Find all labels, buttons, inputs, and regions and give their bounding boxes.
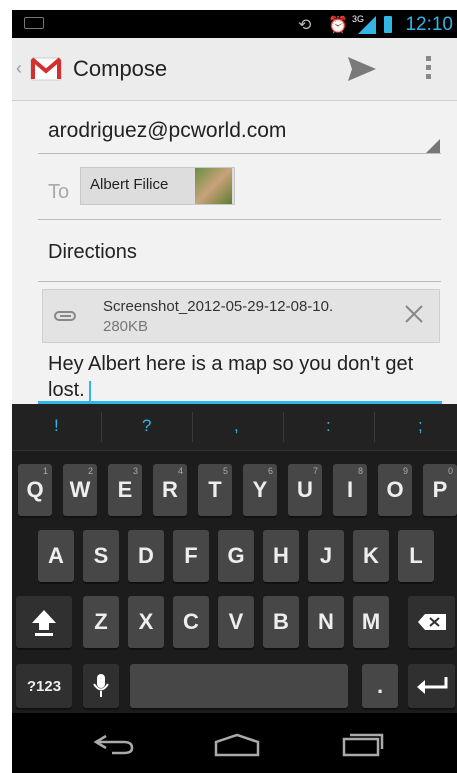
keyboard-notification-icon <box>24 17 44 29</box>
enter-arrow-icon <box>416 677 447 694</box>
recipient-chip[interactable]: Albert Filice <box>80 167 235 205</box>
key-i[interactable]: I8 <box>333 464 367 516</box>
spacebar[interactable] <box>130 664 348 708</box>
action-bar: ‹ Compose <box>12 38 457 101</box>
key-k[interactable]: K <box>353 530 389 582</box>
key-c[interactable]: C <box>173 596 209 648</box>
key-o[interactable]: O9 <box>378 464 412 516</box>
enter-key[interactable] <box>408 664 455 708</box>
attachment-name: Screenshot_2012-05-29-12-08-10. <box>103 298 334 315</box>
gmail-logo-icon[interactable] <box>30 52 62 84</box>
key-g[interactable]: G <box>218 530 254 582</box>
microphone-icon <box>93 674 109 697</box>
key-n[interactable]: N <box>308 596 344 648</box>
status-bar: ⟲ ⏰ 3G 12:10 <box>12 10 457 38</box>
key-y[interactable]: Y6 <box>243 464 277 516</box>
key-l[interactable]: L <box>398 530 434 582</box>
delete-key[interactable] <box>408 596 455 648</box>
suggestion-strip: ! ? , : ; <box>12 404 457 451</box>
suggestion-3[interactable]: , <box>234 416 239 436</box>
key-h[interactable]: H <box>263 530 299 582</box>
avatar <box>195 168 232 204</box>
remove-attachment-icon[interactable] <box>403 303 425 325</box>
suggestion-2[interactable]: ? <box>142 416 151 436</box>
keyboard: ! ? , : ; Q1 W2 E3 R4 T5 Y6 U7 I8 O9 P0 … <box>12 404 457 713</box>
shift-key[interactable] <box>16 596 72 648</box>
from-account-spinner[interactable]: arodriguez@pcworld.com <box>48 119 286 143</box>
navigation-bar <box>12 713 457 773</box>
battery-icon <box>384 16 392 33</box>
key-b[interactable]: B <box>263 596 299 648</box>
key-w[interactable]: W2 <box>63 464 97 516</box>
subject-field[interactable]: Directions <box>48 241 137 264</box>
send-icon[interactable] <box>346 54 378 84</box>
signal-icon <box>358 16 376 34</box>
overflow-menu-icon[interactable] <box>426 56 432 83</box>
to-label: To <box>48 181 70 203</box>
suggestion-1[interactable]: ! <box>54 416 59 436</box>
spinner-arrow-icon <box>426 139 440 153</box>
message-body-field[interactable]: Hey Albert here is a map so you don't ge… <box>48 351 438 403</box>
key-d[interactable]: D <box>128 530 164 582</box>
voice-input-key[interactable] <box>83 664 119 708</box>
paperclip-icon <box>54 311 76 321</box>
key-z[interactable]: Z <box>83 596 119 648</box>
attachment[interactable]: Screenshot_2012-05-29-12-08-10. 280KB <box>42 289 440 343</box>
period-key[interactable]: . <box>362 664 398 708</box>
suggestion-5[interactable]: ; <box>418 416 423 436</box>
key-q[interactable]: Q1 <box>18 464 52 516</box>
subject-underline <box>38 281 441 282</box>
key-a[interactable]: A <box>38 530 74 582</box>
recent-apps-icon[interactable] <box>342 731 386 757</box>
compose-form: arodriguez@pcworld.com To Albert Filice … <box>12 101 457 404</box>
home-icon[interactable] <box>214 733 260 757</box>
suggestion-4[interactable]: : <box>326 416 331 436</box>
symbols-key[interactable]: ?123 <box>16 664 72 708</box>
phone-screen: ⟲ ⏰ 3G 12:10 ‹ Compose arodriguez@pcworl… <box>12 10 457 773</box>
key-f[interactable]: F <box>173 530 209 582</box>
key-r[interactable]: R4 <box>153 464 187 516</box>
key-t[interactable]: T5 <box>198 464 232 516</box>
key-x[interactable]: X <box>128 596 164 648</box>
key-s[interactable]: S <box>83 530 119 582</box>
attachment-size: 280KB <box>103 318 149 335</box>
rotation-lock-icon: ⟲ <box>298 17 312 34</box>
up-caret-icon[interactable]: ‹ <box>16 58 22 79</box>
clock: 12:10 <box>405 14 453 35</box>
key-e[interactable]: E3 <box>108 464 142 516</box>
backspace-icon <box>417 614 446 630</box>
from-divider <box>38 153 441 154</box>
message-body-text: Hey Albert here is a map so you don't ge… <box>48 353 414 401</box>
alarm-icon: ⏰ <box>328 17 348 34</box>
key-u[interactable]: U7 <box>288 464 322 516</box>
to-field-underline[interactable] <box>38 219 441 220</box>
key-j[interactable]: J <box>308 530 344 582</box>
screen-title: Compose <box>73 56 168 81</box>
text-cursor <box>88 380 91 401</box>
back-icon[interactable] <box>92 733 136 755</box>
key-m[interactable]: M <box>353 596 389 648</box>
key-v[interactable]: V <box>218 596 254 648</box>
recipient-name: Albert Filice <box>90 176 169 193</box>
key-p[interactable]: P0 <box>423 464 457 516</box>
shift-arrow-icon <box>32 610 56 636</box>
